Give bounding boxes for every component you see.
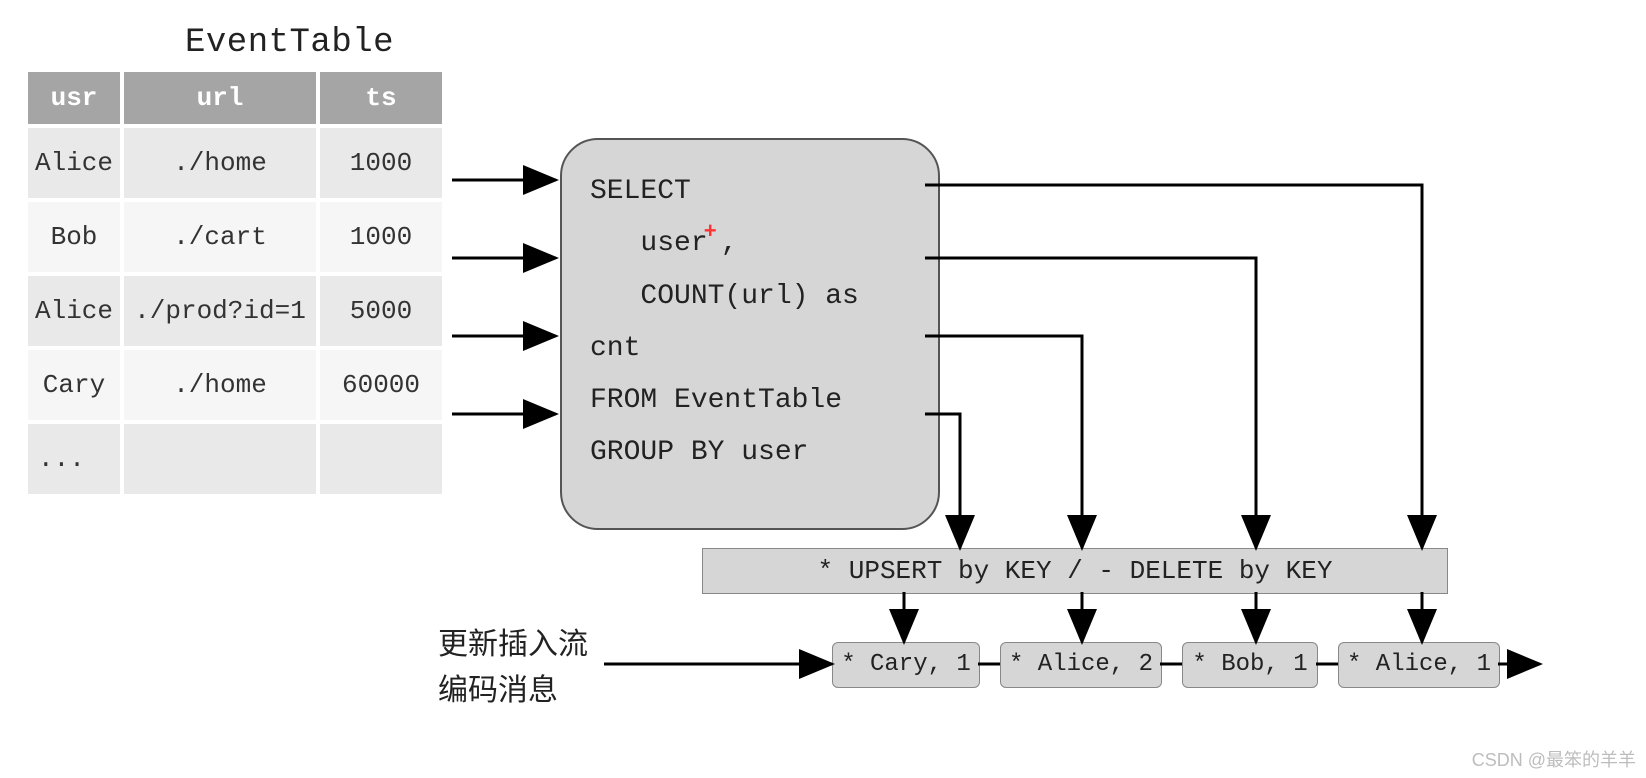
col-ts: ts bbox=[320, 72, 442, 124]
cell-ts: 5000 bbox=[320, 276, 442, 346]
upsert-delete-banner: * UPSERT by KEY / - DELETE by KEY bbox=[702, 548, 1448, 594]
table-row: Cary ./home 60000 bbox=[28, 350, 442, 420]
output-box: * Alice, 2 bbox=[1000, 642, 1162, 688]
event-table: usr url ts Alice ./home 1000 Bob ./cart … bbox=[24, 68, 446, 498]
cell-usr: Bob bbox=[28, 202, 120, 272]
cell-url: ./home bbox=[124, 350, 316, 420]
table-title: EventTable bbox=[185, 24, 394, 62]
table-row-ellipsis: ... bbox=[28, 424, 442, 494]
cell-ts: 1000 bbox=[320, 128, 442, 198]
table-row: Alice ./home 1000 bbox=[28, 128, 442, 198]
sql-line: GROUP BY user bbox=[590, 437, 808, 468]
cell-usr: Alice bbox=[28, 128, 120, 198]
sql-line: SELECT bbox=[590, 176, 691, 207]
sql-line: COUNT(url) as bbox=[590, 281, 859, 312]
cell-ts: 1000 bbox=[320, 202, 442, 272]
sql-line: user bbox=[590, 228, 708, 259]
ellipsis: ... bbox=[28, 424, 120, 494]
watermark: CSDN @最笨的羊羊 bbox=[1472, 746, 1636, 772]
cell-usr: Alice bbox=[28, 276, 120, 346]
sql-line: cnt bbox=[590, 333, 640, 364]
cell-ts: 60000 bbox=[320, 350, 442, 420]
output-box: * Cary, 1 bbox=[832, 642, 980, 688]
table-header-row: usr url ts bbox=[28, 72, 442, 124]
sql-line: FROM EventTable bbox=[590, 385, 842, 416]
stream-label: 更新插入流 编码消息 bbox=[438, 622, 588, 714]
table-row: Alice ./prod?id=1 5000 bbox=[28, 276, 442, 346]
table-row: Bob ./cart 1000 bbox=[28, 202, 442, 272]
cursor-icon: + bbox=[704, 220, 717, 245]
col-url: url bbox=[124, 72, 316, 124]
empty-cell bbox=[124, 424, 316, 494]
cell-usr: Cary bbox=[28, 350, 120, 420]
stream-label-line1: 更新插入流 bbox=[438, 622, 588, 668]
empty-cell bbox=[320, 424, 442, 494]
stream-label-line2: 编码消息 bbox=[438, 668, 588, 714]
cell-url: ./cart bbox=[124, 202, 316, 272]
sql-comma: , bbox=[721, 228, 738, 259]
output-box: * Alice, 1 bbox=[1338, 642, 1500, 688]
output-box: * Bob, 1 bbox=[1182, 642, 1318, 688]
cell-url: ./home bbox=[124, 128, 316, 198]
cell-url: ./prod?id=1 bbox=[124, 276, 316, 346]
col-usr: usr bbox=[28, 72, 120, 124]
sql-operator-box: SELECT user+, COUNT(url) as cnt FROM Eve… bbox=[560, 138, 940, 530]
